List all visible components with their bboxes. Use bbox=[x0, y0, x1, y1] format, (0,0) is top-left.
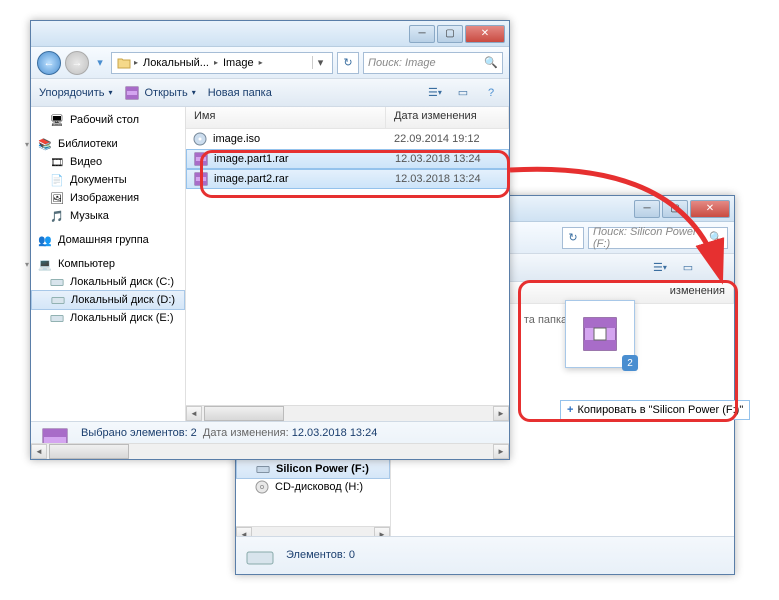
toolbar: Упорядочить ▾ Открыть ▾ Новая папка ☰ ▾ … bbox=[31, 79, 509, 107]
scroll-right[interactable]: ► bbox=[374, 527, 390, 536]
preview-pane-button[interactable]: ▭ bbox=[678, 259, 698, 277]
close-button[interactable]: ✕ bbox=[690, 200, 730, 218]
address-dropdown[interactable]: ▾ bbox=[312, 56, 328, 69]
drag-ghost: 2 bbox=[565, 300, 635, 368]
nav-music[interactable]: 🎵Музыка bbox=[31, 207, 185, 225]
desktop-icon: 🖥 bbox=[49, 113, 65, 127]
rar-icon bbox=[124, 86, 140, 100]
file-row[interactable]: image.iso 22.09.2014 19:12 bbox=[186, 129, 509, 149]
drive-icon bbox=[50, 293, 66, 307]
nav-drive-e[interactable]: Локальный диск (E:) bbox=[31, 309, 185, 327]
forward-button[interactable]: → bbox=[65, 51, 89, 75]
nav-cd-drive[interactable]: CD-дисковод (H:) bbox=[236, 478, 390, 496]
nav-pictures[interactable]: 🖼Изображения bbox=[31, 189, 185, 207]
nav-drive-c[interactable]: Локальный диск (C:) bbox=[31, 273, 185, 291]
file-row-selected[interactable]: image.part2.rar 12.03.2018 13:24 bbox=[186, 169, 509, 189]
column-headers: Имя Дата изменения bbox=[186, 107, 509, 129]
nav-computer[interactable]: ▾💻Компьютер bbox=[31, 255, 185, 273]
drive-icon bbox=[49, 311, 65, 325]
file-date: 12.03.2018 13:24 bbox=[387, 153, 508, 165]
documents-icon: 📄 bbox=[49, 173, 65, 187]
file-date: 12.03.2018 13:24 bbox=[387, 173, 508, 185]
search-placeholder: Поиск: Image bbox=[368, 57, 436, 69]
scroll-right[interactable]: ► bbox=[493, 406, 509, 421]
help-button[interactable]: ? bbox=[481, 84, 501, 102]
history-dropdown[interactable]: ▾ bbox=[93, 53, 107, 73]
cd-icon bbox=[254, 480, 270, 494]
nav-libraries[interactable]: ▾📚Библиотеки bbox=[31, 135, 185, 153]
search-icon: 🔍 bbox=[484, 56, 498, 69]
titlebar: ─ ▢ ✕ bbox=[31, 21, 509, 47]
help-button[interactable]: ? bbox=[706, 259, 726, 277]
view-options-button[interactable]: ☰ ▾ bbox=[650, 259, 670, 277]
scroll-left[interactable]: ◄ bbox=[186, 406, 202, 421]
scroll-left[interactable]: ◄ bbox=[236, 527, 252, 536]
status-text: Элементов: 0 bbox=[286, 548, 355, 562]
usb-drive-icon bbox=[255, 462, 271, 476]
open-button[interactable]: Открыть ▾ bbox=[124, 86, 195, 100]
nav-drive-d-selected[interactable]: Локальный диск (D:) bbox=[31, 290, 185, 310]
rar-icon bbox=[193, 151, 209, 167]
drive-icon bbox=[49, 275, 65, 289]
close-button[interactable]: ✕ bbox=[465, 25, 505, 43]
status-date-value: 12.03.2018 13:24 bbox=[292, 427, 378, 439]
back-button[interactable]: ← bbox=[37, 51, 61, 75]
status-bar: Элементов: 0 bbox=[236, 536, 734, 574]
nav-documents[interactable]: 📄Документы bbox=[31, 171, 185, 189]
crumb-current[interactable]: Image bbox=[220, 56, 257, 70]
status-date-label: Дата изменения: bbox=[203, 427, 289, 439]
minimize-button[interactable]: ─ bbox=[409, 25, 435, 43]
nav-drive-f-selected[interactable]: Silicon Power (F:) bbox=[236, 459, 390, 479]
preview-pane-button[interactable]: ▭ bbox=[453, 84, 473, 102]
drag-copy-tooltip: + Копировать в "Silicon Power (F:)" bbox=[560, 400, 750, 420]
maximize-button[interactable]: ▢ bbox=[437, 25, 463, 43]
file-date: 22.09.2014 19:12 bbox=[386, 133, 509, 145]
file-name: image.iso bbox=[213, 133, 260, 145]
drive-large-icon bbox=[244, 540, 276, 572]
organize-button[interactable]: Упорядочить ▾ bbox=[39, 87, 112, 99]
refresh-button[interactable]: ↻ bbox=[562, 227, 584, 249]
col-date[interactable]: Дата изменения bbox=[386, 107, 509, 128]
plus-icon: + bbox=[567, 404, 573, 416]
folder-icon bbox=[116, 56, 132, 70]
rar-icon bbox=[193, 171, 209, 187]
file-list[interactable]: Имя Дата изменения image.iso 22.09.2014 … bbox=[186, 107, 509, 421]
search-icon: 🔍 bbox=[709, 231, 723, 244]
nav-video[interactable]: 🎞Видео bbox=[31, 153, 185, 171]
pictures-icon: 🖼 bbox=[49, 191, 65, 205]
computer-icon: 💻 bbox=[37, 257, 53, 271]
view-options-button[interactable]: ☰ ▾ bbox=[425, 84, 445, 102]
address-bar: ← → ▾ ▸ Локальный... ▸ Image ▸ ▾ ↻ Поиск… bbox=[31, 47, 509, 79]
libraries-icon: 📚 bbox=[37, 137, 53, 151]
drag-copy-text: Копировать в "Silicon Power (F:)" bbox=[577, 404, 743, 416]
new-folder-button[interactable]: Новая папка bbox=[208, 87, 272, 99]
minimize-button[interactable]: ─ bbox=[634, 200, 660, 218]
file-name: image.part1.rar bbox=[214, 153, 289, 165]
maximize-button[interactable]: ▢ bbox=[662, 200, 688, 218]
crumb-parent[interactable]: Локальный... bbox=[140, 56, 212, 70]
search-placeholder: Поиск: Silicon Power (F:) bbox=[593, 226, 709, 250]
search-input[interactable]: Поиск: Silicon Power (F:) 🔍 bbox=[588, 227, 728, 249]
nav-desktop[interactable]: 🖥Рабочий стол bbox=[31, 111, 185, 129]
file-row-selected[interactable]: image.part1.rar 12.03.2018 13:24 bbox=[186, 149, 509, 169]
explorer-window-source: ─ ▢ ✕ ← → ▾ ▸ Локальный... ▸ Image ▸ ▾ ↻… bbox=[30, 20, 510, 460]
status-selected: Выбрано элементов: 2 bbox=[81, 427, 197, 439]
drag-count-badge: 2 bbox=[622, 355, 638, 371]
music-icon: 🎵 bbox=[49, 209, 65, 223]
col-name[interactable]: Имя bbox=[186, 107, 386, 128]
nav-homegroup[interactable]: 👥Домашняя группа bbox=[31, 231, 185, 249]
nav-pane: 🖥Рабочий стол ▾📚Библиотеки 🎞Видео 📄Докум… bbox=[31, 107, 186, 421]
refresh-button[interactable]: ↻ bbox=[337, 52, 359, 74]
scroll-thumb[interactable] bbox=[204, 406, 284, 421]
video-icon: 🎞 bbox=[49, 155, 65, 169]
breadcrumb[interactable]: ▸ Локальный... ▸ Image ▸ ▾ bbox=[111, 52, 333, 74]
homegroup-icon: 👥 bbox=[37, 233, 53, 247]
file-name: image.part2.rar bbox=[214, 173, 289, 185]
search-input[interactable]: Поиск: Image 🔍 bbox=[363, 52, 503, 74]
iso-icon bbox=[192, 131, 208, 147]
